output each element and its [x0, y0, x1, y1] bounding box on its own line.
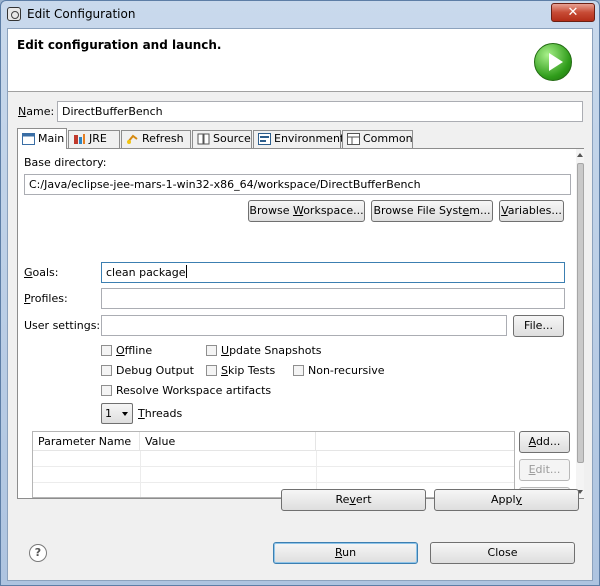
table-row[interactable]	[33, 467, 514, 483]
non-recursive-checkbox-box[interactable]	[293, 365, 304, 376]
threads-label: Threads	[138, 407, 183, 420]
offline-checkbox[interactable]: Offline	[101, 344, 152, 357]
variables-button[interactable]: Variables...	[499, 200, 564, 222]
panel-vertical-scrollbar[interactable]	[576, 149, 584, 498]
tab-refresh-label: Refresh	[142, 132, 184, 145]
update-snapshots-checkbox-box[interactable]	[206, 345, 217, 356]
base-directory-label: Base directory:	[24, 156, 107, 169]
resolve-workspace-checkbox[interactable]: Resolve Workspace artifacts	[101, 384, 271, 397]
browse-workspace-button[interactable]: Browse Workspace...	[248, 200, 365, 222]
tab-refresh[interactable]: Refresh	[121, 130, 191, 148]
tab-environment[interactable]: Environment	[253, 130, 345, 148]
refresh-icon	[127, 134, 138, 144]
table-row[interactable]	[33, 451, 514, 467]
jre-icon	[74, 134, 85, 144]
debug-output-checkbox-box[interactable]	[101, 365, 112, 376]
run-button[interactable]: Run	[273, 542, 418, 564]
name-label: Name:	[18, 105, 55, 118]
help-icon[interactable]: ?	[29, 544, 47, 562]
app-icon	[7, 7, 21, 21]
apply-button[interactable]: Apply	[434, 489, 579, 511]
tab-source[interactable]: Source	[192, 130, 252, 148]
file-button[interactable]: File...	[513, 315, 564, 337]
user-settings-input[interactable]	[101, 315, 507, 336]
add-parameter-button[interactable]: Add...	[519, 431, 570, 453]
update-snapshots-checkbox[interactable]: Update Snapshots	[206, 344, 322, 357]
tab-main-label: Main	[38, 132, 65, 145]
window-title: Edit Configuration	[27, 7, 136, 21]
resolve-workspace-checkbox-box[interactable]	[101, 385, 112, 396]
goals-input[interactable]: clean package	[101, 262, 565, 283]
skip-tests-checkbox-box[interactable]	[206, 365, 217, 376]
profiles-label: Profiles:	[24, 292, 68, 305]
tab-common[interactable]: Common	[342, 130, 413, 148]
tab-source-label: Source	[213, 132, 251, 145]
name-input[interactable]: DirectBufferBench	[57, 101, 583, 122]
non-recursive-checkbox[interactable]: Non-recursive	[293, 364, 385, 377]
col-parameter-name[interactable]: Parameter Name	[33, 432, 140, 451]
banner-title: Edit configuration and launch.	[17, 38, 222, 52]
threads-select[interactable]: 1	[101, 403, 133, 424]
tab-common-label: Common	[363, 132, 413, 145]
scroll-up-arrow-icon[interactable]	[577, 153, 583, 157]
goals-label: Goals:	[24, 266, 59, 279]
scrollbar-thumb[interactable]	[577, 163, 584, 463]
tab-environment-label: Environment	[274, 132, 345, 145]
main-tab-icon	[22, 133, 35, 145]
run-launch-icon	[534, 43, 572, 81]
skip-tests-checkbox[interactable]: Skip Tests	[206, 364, 275, 377]
environment-icon	[258, 133, 271, 145]
source-icon	[197, 133, 210, 145]
browse-file-system-button[interactable]: Browse File System...	[371, 200, 493, 222]
close-button[interactable]: Close	[430, 542, 575, 564]
tab-main[interactable]: Main	[17, 128, 67, 149]
offline-checkbox-box[interactable]	[101, 345, 112, 356]
user-settings-label: User settings:	[24, 319, 101, 332]
col-value[interactable]: Value	[140, 432, 316, 451]
debug-output-checkbox[interactable]: Debug Output	[101, 364, 194, 377]
dialog-client: Edit configuration and launch. Name: Dir…	[7, 28, 593, 581]
revert-button[interactable]: Revert	[281, 489, 426, 511]
edit-configuration-window: Edit Configuration ✕ Edit configuration …	[0, 0, 600, 586]
profiles-input[interactable]	[101, 288, 565, 309]
parameters-table-header: Parameter Name Value	[33, 432, 514, 451]
window-close-button[interactable]: ✕	[551, 3, 595, 22]
title-bar[interactable]: Edit Configuration ✕	[1, 1, 599, 27]
tab-jre[interactable]: JRE	[68, 130, 120, 148]
tab-jre-label: JRE	[89, 132, 107, 145]
dialog-banner: Edit configuration and launch.	[8, 29, 592, 92]
edit-parameter-button[interactable]: Edit...	[519, 459, 570, 481]
base-directory-input[interactable]: C:/Java/eclipse-jee-mars-1-win32-x86_64/…	[24, 174, 571, 195]
parameters-table[interactable]: Parameter Name Value	[32, 431, 515, 498]
common-icon	[347, 133, 360, 145]
main-tab-panel: Base directory: C:/Java/eclipse-jee-mars…	[17, 148, 584, 499]
